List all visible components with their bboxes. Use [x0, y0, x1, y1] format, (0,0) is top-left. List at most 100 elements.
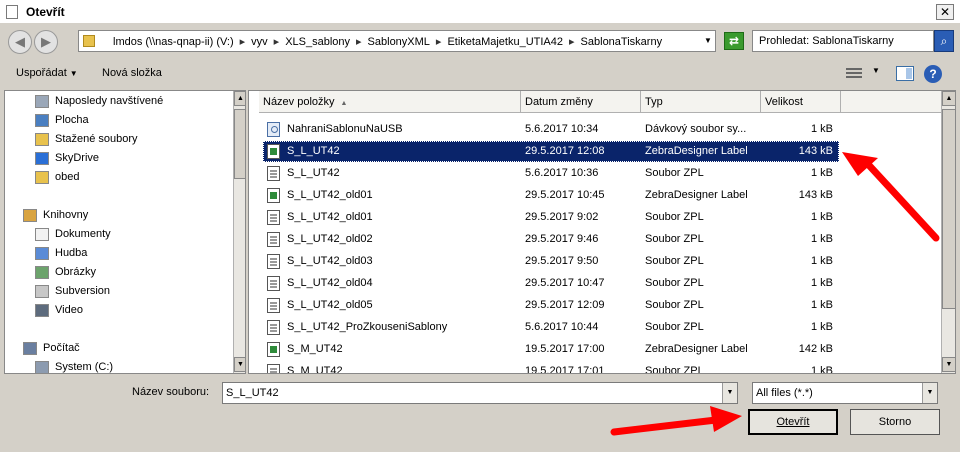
breadcrumb-item[interactable]: XLS_sablony	[285, 36, 350, 48]
nav-scrollbar[interactable]: ▲ ▼	[233, 91, 245, 373]
zebra-label-file-icon	[267, 188, 280, 203]
file-row[interactable]: S_L_UT42 5.6.2017 10:36 Soubor ZPL 1 kB	[263, 163, 839, 184]
file-type-dropdown-icon[interactable]: ▼	[922, 383, 937, 403]
file-size: 1 kB	[810, 233, 833, 245]
file-size: 143 kB	[798, 145, 833, 157]
sort-ascending-icon: ▲	[340, 100, 348, 107]
file-type: Soubor ZPL	[645, 211, 704, 223]
forward-button[interactable]: ▶	[34, 30, 58, 54]
scroll-up-icon[interactable]: ▲	[234, 91, 245, 106]
recent-places-icon	[35, 95, 49, 108]
breadcrumb-item[interactable]: lmdos (\\nas-qnap-ii) (V:)	[113, 36, 234, 48]
breadcrumb-separator-icon[interactable]: ▸	[356, 36, 362, 48]
nav-item[interactable]: Subversion	[5, 282, 231, 301]
column-name-label: Název položky	[263, 96, 335, 108]
nav-item-label: Knihovny	[43, 209, 89, 221]
close-button[interactable]: ✕	[936, 4, 954, 20]
filename-input[interactable]: S_L_UT42	[222, 382, 738, 404]
column-header-type[interactable]: Typ	[641, 91, 761, 113]
file-name: S_L_UT42_old03	[287, 255, 373, 267]
breadcrumb-item[interactable]: EtiketaMajetku_UTIA42	[447, 36, 563, 48]
file-row[interactable]: S_M_UT42 19.5.2017 17:01 Soubor ZPL 1 kB	[263, 361, 839, 374]
window-title: Otevřít	[26, 5, 65, 19]
nav-item[interactable]: obed	[5, 168, 231, 187]
nav-item[interactable]: Stažené soubory	[5, 130, 231, 149]
file-name: NahraniSablonuNaUSB	[287, 123, 403, 135]
file-size: 143 kB	[798, 189, 833, 201]
file-list-scrollbar[interactable]: ▲ ▼	[941, 91, 955, 373]
scroll-thumb[interactable]	[234, 109, 245, 179]
filename-dropdown-icon[interactable]: ▼	[722, 383, 737, 403]
scroll-down-icon[interactable]: ▼	[234, 357, 245, 372]
breadcrumb-item[interactable]: SablonaTiskarny	[581, 36, 663, 48]
file-row[interactable]: S_L_UT42_ProZkouseniSablony 5.6.2017 10:4…	[263, 317, 839, 338]
search-icon[interactable]: ⌕	[934, 30, 954, 52]
file-name: S_L_UT42_ProZkouseniSablony	[287, 321, 448, 333]
breadcrumb-separator-icon[interactable]: ▸	[240, 36, 246, 48]
nav-item[interactable]: Naposledy navštívené	[5, 92, 231, 111]
column-header-date[interactable]: Datum změny	[521, 91, 641, 113]
libraries-icon	[23, 209, 37, 222]
scroll-up-icon[interactable]: ▲	[942, 91, 955, 106]
file-size: 1 kB	[810, 299, 833, 311]
nav-item[interactable]: SkyDrive	[5, 149, 231, 168]
column-header-name[interactable]: Název položky ▲	[259, 91, 521, 113]
file-date: 5.6.2017 10:44	[525, 321, 599, 333]
nav-item[interactable]: Plocha	[5, 111, 231, 130]
file-type: ZebraDesigner Label	[645, 343, 748, 355]
search-input[interactable]: Prohledat: SablonaTiskarny	[752, 30, 934, 52]
file-row[interactable]: S_L_UT42_old02 29.5.2017 9:46 Soubor ZPL 1 …	[263, 229, 839, 250]
view-options-icon[interactable]	[846, 66, 862, 80]
scroll-down-icon[interactable]: ▼	[942, 357, 955, 372]
nav-item[interactable]: Video	[5, 301, 231, 320]
file-row[interactable]: S_L_UT42_old05 29.5.2017 12:09 Soubor ZPL 1…	[263, 295, 839, 316]
nav-item[interactable]: Počítač	[5, 339, 231, 358]
view-dropdown-icon[interactable]: ▼	[872, 66, 880, 75]
refresh-button[interactable]: ⇄	[724, 32, 744, 50]
nav-item[interactable]: Obrázky	[5, 263, 231, 282]
file-row-selected[interactable]: S_L_UT42 29.5.2017 12:08 ZebraDesigner Lab…	[263, 141, 839, 162]
folder-icon	[35, 171, 49, 184]
file-list-pane: Název položky ▲ Datum změny Typ Velikost …	[248, 90, 956, 374]
breadcrumb-item[interactable]: SablonyXML	[368, 36, 430, 48]
organize-button[interactable]: Uspořádat ▼	[16, 67, 78, 79]
file-row[interactable]: S_L_UT42_old01 29.5.2017 10:45 ZebraDesign…	[263, 185, 839, 206]
file-row[interactable]: S_L_UT42_old04 29.5.2017 10:47 Soubor ZPL 1…	[263, 273, 839, 294]
nav-item[interactable]: System (C:)	[5, 358, 231, 373]
zpl-file-icon	[267, 210, 280, 225]
nav-item-label: Plocha	[55, 114, 89, 126]
nav-item-label: Subversion	[55, 285, 111, 297]
breadcrumb-separator-icon[interactable]: ▸	[274, 36, 280, 48]
file-name: S_L_UT42	[287, 167, 340, 179]
breadcrumb-separator-icon[interactable]: ▸	[569, 36, 575, 48]
preview-pane-icon[interactable]	[896, 66, 914, 81]
path-history-dropdown[interactable]: ▼	[700, 30, 716, 52]
file-size: 1 kB	[810, 167, 833, 179]
open-button[interactable]: Otevřít	[748, 409, 838, 435]
file-type-select[interactable]: All files (*.*)	[752, 382, 938, 404]
file-type: Soubor ZPL	[645, 299, 704, 311]
help-icon[interactable]: ?	[924, 65, 942, 83]
file-row[interactable]: NahraniSablonuNaUSB 5.6.2017 10:34 Dávkový…	[263, 119, 839, 140]
column-header-size[interactable]: Velikost	[761, 91, 841, 113]
nav-item[interactable]: Hudba	[5, 244, 231, 263]
breadcrumb-separator-icon[interactable]: ▸	[436, 36, 442, 48]
zpl-file-icon	[267, 166, 280, 181]
cancel-button[interactable]: Storno	[850, 409, 940, 435]
file-size: 1 kB	[810, 255, 833, 267]
file-row[interactable]: S_M_UT42 19.5.2017 17:00 ZebraDesigner Lab…	[263, 339, 839, 360]
nav-item[interactable]: Dokumenty	[5, 225, 231, 244]
new-folder-button[interactable]: Nová složka	[102, 67, 162, 79]
file-type: Soubor ZPL	[645, 321, 704, 333]
file-row[interactable]: S_L_UT42_old01 29.5.2017 9:02 Soubor ZPL 1 …	[263, 207, 839, 228]
breadcrumb-item[interactable]: vyv	[251, 36, 268, 48]
path-breadcrumb[interactable]: lmdos (\\nas-qnap-ii) (V:) ▸ vyv ▸ XLS_sablo…	[78, 30, 716, 52]
dialog-icon	[6, 5, 18, 19]
file-row[interactable]: S_L_UT42_old03 29.5.2017 9:50 Soubor ZPL 1 …	[263, 251, 839, 272]
back-button[interactable]: ◀	[8, 30, 32, 54]
nav-item[interactable]: Knihovny	[5, 206, 231, 225]
navigation-pane: Naposledy navštívené Plocha Stažené soubor…	[4, 90, 246, 374]
nav-item-label: System (C:)	[55, 361, 114, 373]
file-type: Soubor ZPL	[645, 365, 704, 374]
scroll-thumb[interactable]	[942, 109, 955, 309]
